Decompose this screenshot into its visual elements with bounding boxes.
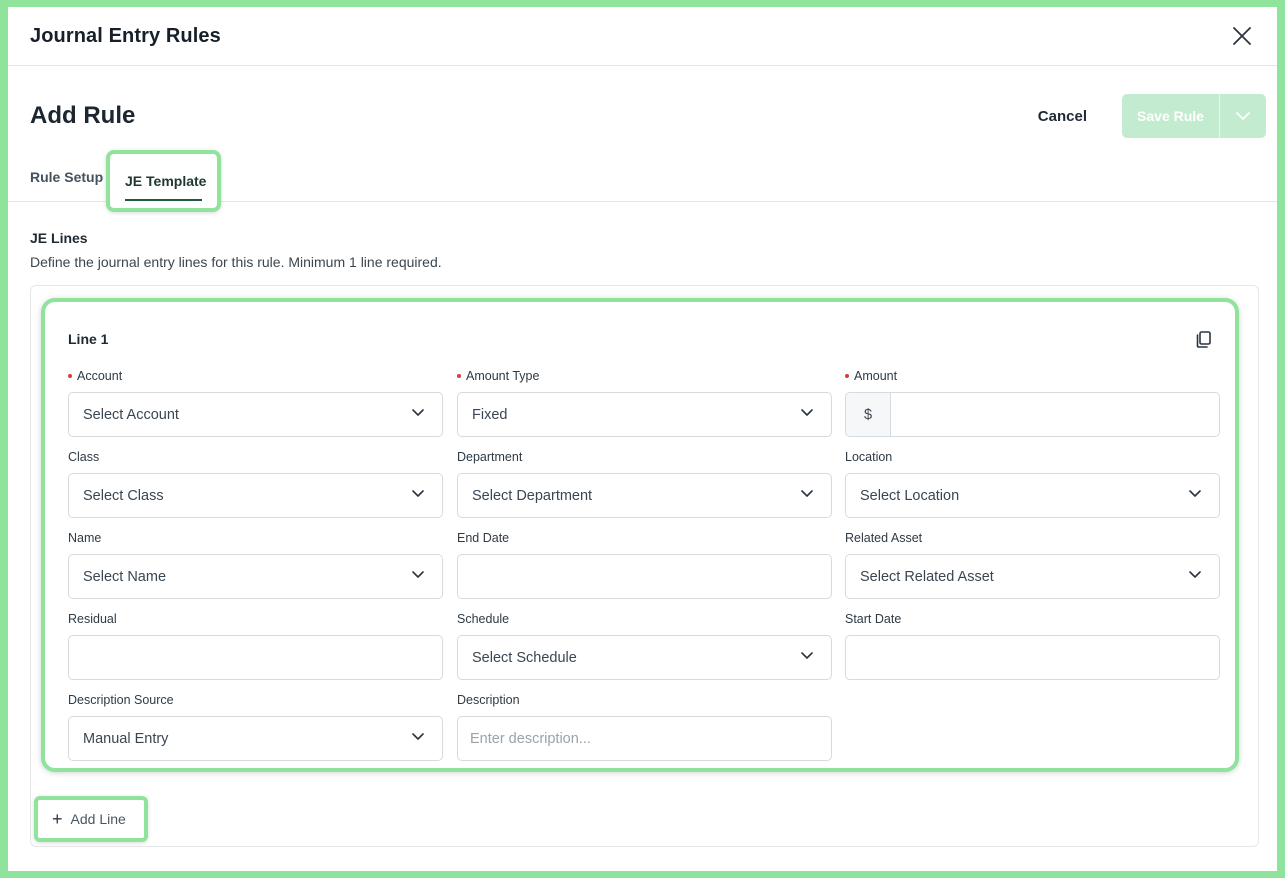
schedule-select[interactable]: Select Schedule (457, 635, 832, 680)
cancel-button[interactable]: Cancel (1038, 108, 1087, 125)
residual-field: Residual (68, 610, 443, 680)
location-field: Location Select Location (845, 448, 1220, 518)
je-line-card: Line 1 Account Select Account Amount Typ… (41, 298, 1239, 772)
start-date-input[interactable] (845, 635, 1220, 680)
start-date-field: Start Date (845, 610, 1220, 680)
end-date-label: End Date (457, 531, 510, 545)
save-options-dropdown[interactable] (1220, 94, 1266, 138)
class-field: Class Select Class (68, 448, 443, 518)
chevron-down-icon (412, 490, 424, 497)
section-description: Define the journal entry lines for this … (30, 254, 442, 270)
end-date-input[interactable] (457, 554, 832, 599)
duplicate-line-button[interactable] (1194, 329, 1214, 349)
currency-prefix: $ (846, 393, 891, 436)
residual-label: Residual (68, 612, 117, 626)
page-header: Add Rule Cancel Save Rule (30, 94, 1266, 138)
amount-input[interactable] (891, 393, 1219, 436)
department-select[interactable]: Select Department (457, 473, 832, 518)
amount-input-group: $ (845, 392, 1220, 437)
save-rule-button[interactable]: Save Rule (1122, 94, 1220, 138)
description-source-label: Description Source (68, 693, 174, 707)
plus-icon: + (52, 809, 63, 829)
tab-bar: Rule Setup JE Template (8, 150, 1277, 212)
class-label: Class (68, 450, 100, 464)
active-tab-indicator (125, 199, 202, 201)
amount-label: Amount (854, 369, 898, 383)
description-source-field: Description Source Manual Entry (68, 691, 443, 761)
amount-type-field: Amount Type Fixed (457, 367, 832, 437)
account-label: Account (77, 369, 123, 383)
chevron-down-icon (1236, 111, 1250, 120)
section-title: JE Lines (30, 230, 88, 246)
account-value: Select Account (83, 406, 179, 423)
chevron-down-icon (412, 571, 424, 578)
name-value: Select Name (83, 568, 167, 585)
close-icon (1233, 27, 1251, 45)
schedule-field: Schedule Select Schedule (457, 610, 832, 680)
location-label: Location (845, 450, 893, 464)
account-select[interactable]: Select Account (68, 392, 443, 437)
required-indicator (457, 374, 461, 378)
chevron-down-icon (801, 652, 813, 659)
related-asset-label: Related Asset (845, 531, 923, 545)
chevron-down-icon (412, 409, 424, 416)
chevron-down-icon (801, 490, 813, 497)
related-asset-value: Select Related Asset (860, 568, 994, 585)
required-indicator (845, 374, 849, 378)
schedule-label: Schedule (457, 612, 510, 626)
class-value: Select Class (83, 487, 164, 504)
description-placeholder: Enter description... (470, 730, 591, 747)
description-field: Description Enter description... (457, 691, 832, 761)
residual-input[interactable] (68, 635, 443, 680)
description-input[interactable]: Enter description... (457, 716, 832, 761)
add-line-label: Add Line (70, 811, 126, 827)
copy-icon (1196, 331, 1211, 348)
tab-rule-setup[interactable]: Rule Setup (30, 169, 103, 185)
journal-entry-rules-modal: Journal Entry Rules Add Rule Cancel Save… (8, 7, 1277, 871)
schedule-value: Select Schedule (472, 649, 577, 666)
class-select[interactable]: Select Class (68, 473, 443, 518)
name-label: Name (68, 531, 102, 545)
location-value: Select Location (860, 487, 960, 504)
chevron-down-icon (801, 409, 813, 416)
chevron-down-icon (1189, 490, 1201, 497)
description-source-select[interactable]: Manual Entry (68, 716, 443, 761)
header-actions: Cancel Save Rule (1038, 94, 1266, 138)
department-label: Department (457, 450, 523, 464)
chevron-down-icon (1189, 571, 1201, 578)
amount-type-label: Amount Type (466, 369, 540, 383)
description-source-value: Manual Entry (83, 730, 169, 747)
end-date-field: End Date (457, 529, 832, 599)
amount-field: Amount $ (845, 367, 1220, 437)
description-label: Description (457, 693, 520, 707)
line-title: Line 1 (68, 331, 109, 347)
required-indicator (68, 374, 72, 378)
save-button-group: Save Rule (1122, 94, 1266, 138)
department-field: Department Select Department (457, 448, 832, 518)
related-asset-field: Related Asset Select Related Asset (845, 529, 1220, 599)
account-field: Account Select Account (68, 367, 443, 437)
amount-type-select[interactable]: Fixed (457, 392, 832, 437)
modal-header: Journal Entry Rules (8, 7, 1277, 66)
related-asset-select[interactable]: Select Related Asset (845, 554, 1220, 599)
name-select[interactable]: Select Name (68, 554, 443, 599)
chevron-down-icon (412, 733, 424, 740)
location-select[interactable]: Select Location (845, 473, 1220, 518)
department-value: Select Department (472, 487, 593, 504)
add-line-button[interactable]: + Add Line (34, 796, 148, 842)
modal-title: Journal Entry Rules (30, 24, 221, 47)
tab-je-template-label: JE Template (125, 173, 207, 189)
start-date-label: Start Date (845, 612, 902, 626)
amount-type-value: Fixed (472, 406, 508, 423)
page-title: Add Rule (30, 102, 136, 129)
tab-je-template[interactable]: JE Template (106, 150, 221, 212)
name-field: Name Select Name (68, 529, 443, 599)
close-button[interactable] (1229, 23, 1255, 49)
